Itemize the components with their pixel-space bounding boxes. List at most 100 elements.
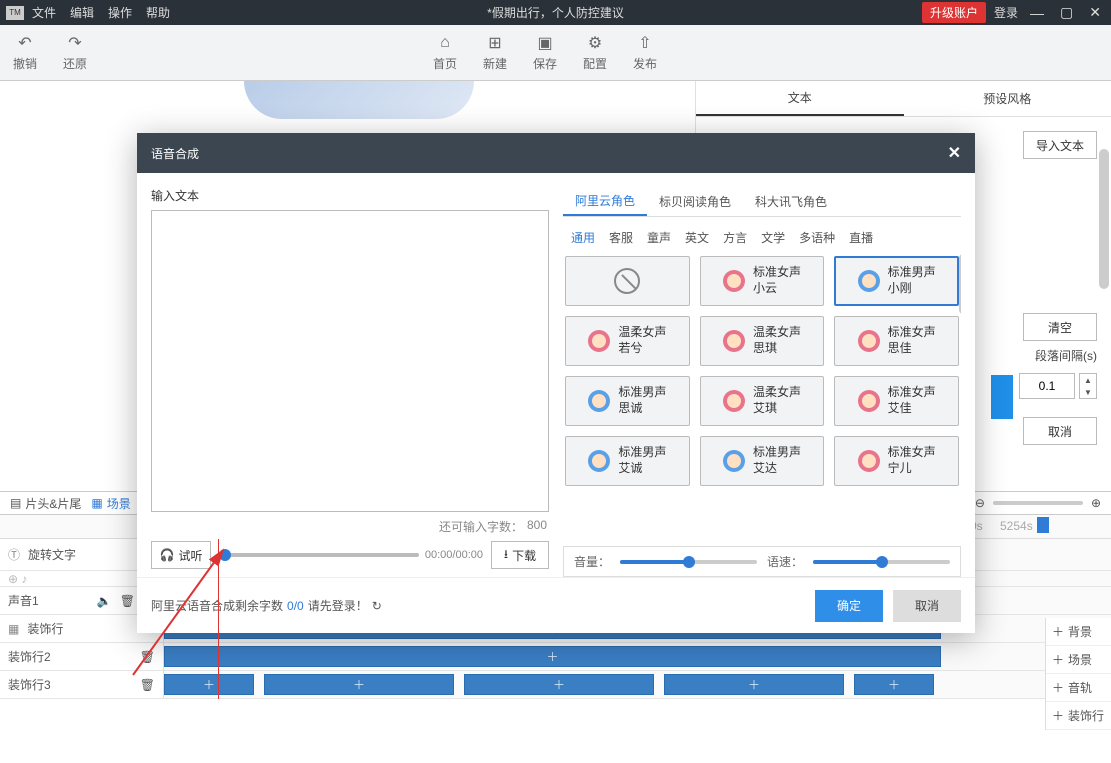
speaker-icon[interactable]: 🔈 xyxy=(97,594,112,608)
undo-button[interactable]: ↶撤销 xyxy=(0,25,50,81)
voice-option-8[interactable]: 标准女声艾佳 xyxy=(834,376,959,426)
track-decor3[interactable]: ＋ ＋ ＋ ＋ ＋ xyxy=(164,671,1111,698)
voice-scrollbar[interactable] xyxy=(959,254,961,314)
cat-service[interactable]: 客服 xyxy=(609,229,633,246)
zoom-out-icon[interactable]: ⊖ xyxy=(975,496,985,510)
new-icon: ⊞ xyxy=(488,33,501,53)
ruler-marker[interactable] xyxy=(1037,517,1049,533)
cancel-button[interactable]: 取消 xyxy=(893,590,961,622)
avatar-icon xyxy=(723,450,745,472)
redo-button[interactable]: ↷还原 xyxy=(50,25,100,81)
app-logo: TM xyxy=(6,6,24,20)
publish-button[interactable]: ⇧发布 xyxy=(620,25,670,81)
close-window-icon[interactable]: ✕ xyxy=(1085,4,1105,21)
cat-multilang[interactable]: 多语种 xyxy=(799,229,835,246)
zoom-in-icon[interactable]: ⊕ xyxy=(1091,496,1101,510)
cat-live[interactable]: 直播 xyxy=(849,229,873,246)
delete-icon[interactable]: 🗑 xyxy=(140,678,155,692)
minimize-icon[interactable]: — xyxy=(1026,5,1048,21)
add-audio-track[interactable]: ＋音轨 xyxy=(1046,674,1111,702)
tab-text[interactable]: 文本 xyxy=(696,81,904,116)
modal-footer: 阿里云语音合成剩余字数 0/0 请先登录！ ↻ 确定 取消 xyxy=(137,577,975,633)
upgrade-button[interactable]: 升级账户 xyxy=(922,2,986,23)
cat-child[interactable]: 童声 xyxy=(647,229,671,246)
step-down-icon[interactable]: ▼ xyxy=(1080,386,1096,398)
voice-option-11[interactable]: 标准女声宁儿 xyxy=(834,436,959,486)
config-button[interactable]: ⚙配置 xyxy=(570,25,620,81)
avatar-icon xyxy=(588,330,610,352)
delete-icon[interactable]: 🗑 xyxy=(120,594,135,608)
scrollbar-thumb[interactable] xyxy=(1099,149,1109,289)
speed-slider[interactable] xyxy=(813,560,950,564)
menu-file[interactable]: 文件 xyxy=(32,4,56,21)
audio-progress-knob[interactable] xyxy=(219,549,231,561)
tab-preset-style[interactable]: 预设风格 xyxy=(904,81,1111,116)
volume-slider[interactable] xyxy=(620,560,757,564)
tts-text-input[interactable] xyxy=(151,210,549,512)
engine-aliyun[interactable]: 阿里云角色 xyxy=(563,187,647,216)
download-button[interactable]: ⭳下载 xyxy=(491,541,549,569)
refresh-icon[interactable]: ↻ xyxy=(372,599,382,613)
login-link[interactable]: 登录 xyxy=(994,4,1018,21)
voice-line1: 标准男声 xyxy=(618,385,666,401)
maximize-icon[interactable]: ▢ xyxy=(1056,4,1077,21)
voice-option-3[interactable]: 温柔女声若兮 xyxy=(565,316,690,366)
voice-line1: 标准女声 xyxy=(888,325,936,341)
voice-option-10[interactable]: 标准男声艾达 xyxy=(700,436,825,486)
para-spacing-label: 段落间隔(s) xyxy=(1035,347,1097,364)
scene-tab[interactable]: ▦场景 xyxy=(91,495,130,512)
import-text-button[interactable]: 导入文本 xyxy=(1023,131,1097,159)
home-button[interactable]: ⌂首页 xyxy=(420,25,470,81)
new-button[interactable]: ⊞新建 xyxy=(470,25,520,81)
voice-option-7[interactable]: 温柔女声艾琪 xyxy=(700,376,825,426)
voice-option-9[interactable]: 标准男声艾诚 xyxy=(565,436,690,486)
input-text-label: 输入文本 xyxy=(151,187,549,204)
cat-general[interactable]: 通用 xyxy=(571,229,595,246)
modal-header: 语音合成 ✕ xyxy=(137,133,975,173)
avatar-icon xyxy=(858,270,880,292)
voice-option-2[interactable]: 标准男声小刚 xyxy=(834,256,959,306)
delete-icon[interactable]: 🗑 xyxy=(140,650,155,664)
cat-english[interactable]: 英文 xyxy=(685,229,709,246)
add-decor-track[interactable]: ＋装饰行 xyxy=(1046,702,1111,730)
preview-chip xyxy=(991,375,1013,419)
avatar-icon xyxy=(858,450,880,472)
zoom-slider[interactable] xyxy=(993,501,1083,505)
panel-cancel-button[interactable]: 取消 xyxy=(1023,417,1097,445)
track-rotate-text-label: 旋转文字 xyxy=(28,546,76,563)
plus-icon[interactable]: ＋ xyxy=(546,648,558,665)
menu-edit[interactable]: 编辑 xyxy=(70,4,94,21)
voice-option-1[interactable]: 标准女声小云 xyxy=(700,256,825,306)
close-icon[interactable]: ✕ xyxy=(948,143,961,163)
clear-button[interactable]: 清空 xyxy=(1023,313,1097,341)
voice-option-6[interactable]: 标准男声思诚 xyxy=(565,376,690,426)
para-spacing-value[interactable]: 0.1 xyxy=(1019,373,1075,399)
track-decor2[interactable]: ＋ xyxy=(164,643,1111,670)
engine-iflytek[interactable]: 科大讯飞角色 xyxy=(743,187,839,216)
add-scene[interactable]: ＋场景 xyxy=(1046,646,1111,674)
head-tail-tab[interactable]: ▤片头&片尾 xyxy=(10,495,81,512)
voice-line2: 艾琪 xyxy=(753,401,801,417)
voice-option-5[interactable]: 标准女声思佳 xyxy=(834,316,959,366)
voice-line1: 温柔女声 xyxy=(753,325,801,341)
cat-literature[interactable]: 文学 xyxy=(761,229,785,246)
add-background[interactable]: ＋背景 xyxy=(1046,618,1111,646)
voice-line2: 小刚 xyxy=(888,281,936,297)
cat-dialect[interactable]: 方言 xyxy=(723,229,747,246)
avatar-icon xyxy=(588,390,610,412)
ok-button[interactable]: 确定 xyxy=(815,590,883,622)
voice-option-0[interactable] xyxy=(565,256,690,306)
para-spacing-stepper[interactable]: ▲▼ xyxy=(1079,373,1097,399)
menu-action[interactable]: 操作 xyxy=(108,4,132,21)
menu-help[interactable]: 帮助 xyxy=(146,4,170,21)
voice-line1: 标准男声 xyxy=(753,445,801,461)
voice-line1: 标准女声 xyxy=(888,385,936,401)
listen-button[interactable]: 🎧试听 xyxy=(151,541,211,569)
audio-progress[interactable]: 00:00/00:00 xyxy=(219,549,483,561)
voice-option-4[interactable]: 温柔女声思琪 xyxy=(700,316,825,366)
text-icon: Ⓣ xyxy=(8,546,20,563)
step-up-icon[interactable]: ▲ xyxy=(1080,374,1096,386)
playhead[interactable] xyxy=(218,539,219,699)
engine-biaobei[interactable]: 标贝阅读角色 xyxy=(647,187,743,216)
save-button[interactable]: ▣保存 xyxy=(520,25,570,81)
